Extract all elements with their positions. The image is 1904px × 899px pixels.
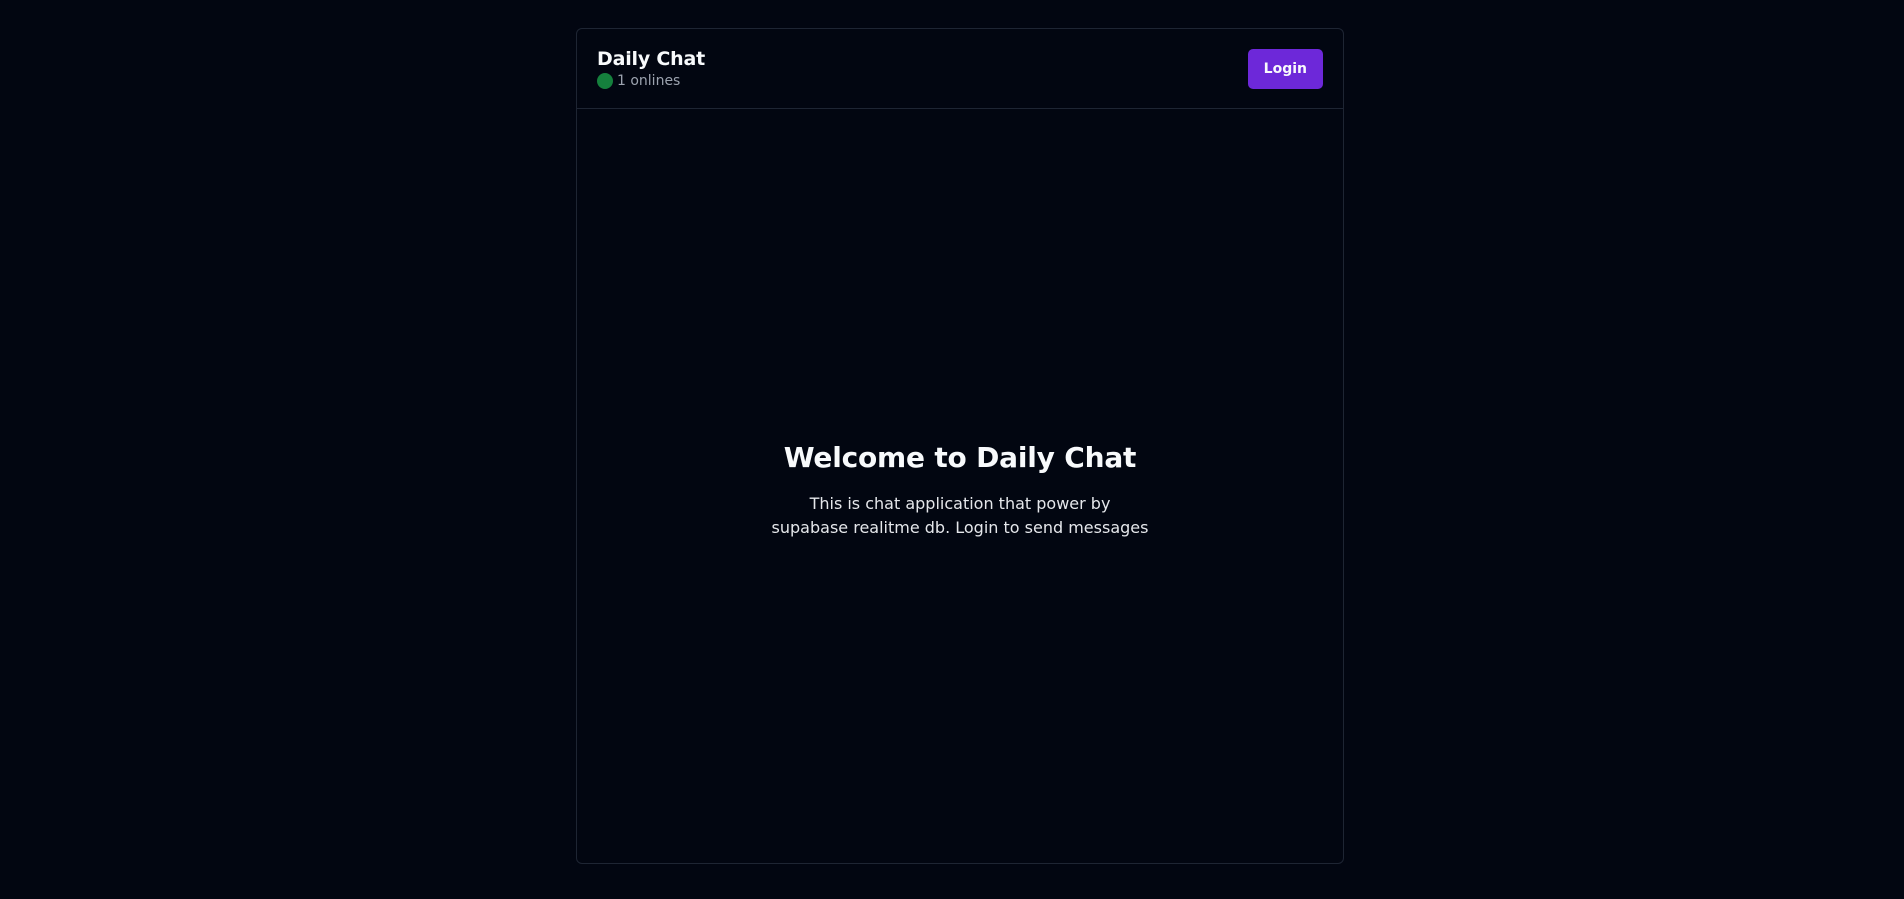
online-count: 1 onlines <box>617 73 681 89</box>
app-title: Daily Chat <box>597 48 705 70</box>
welcome-title: Welcome to Daily Chat <box>783 440 1137 474</box>
chat-body: Welcome to Daily Chat This is chat appli… <box>577 109 1343 863</box>
online-status: 1 onlines <box>597 73 705 89</box>
title-block: Daily Chat 1 onlines <box>597 48 705 89</box>
chat-window: Daily Chat 1 onlines Login Welcome to Da… <box>576 28 1344 864</box>
welcome-text: This is chat application that power by s… <box>771 493 1149 537</box>
online-status-dot-icon <box>597 73 613 89</box>
chat-header: Daily Chat 1 onlines Login <box>577 29 1343 109</box>
login-button[interactable]: Login <box>1247 48 1323 89</box>
welcome-panel: Welcome to Daily Chat This is chat appli… <box>770 441 1150 540</box>
